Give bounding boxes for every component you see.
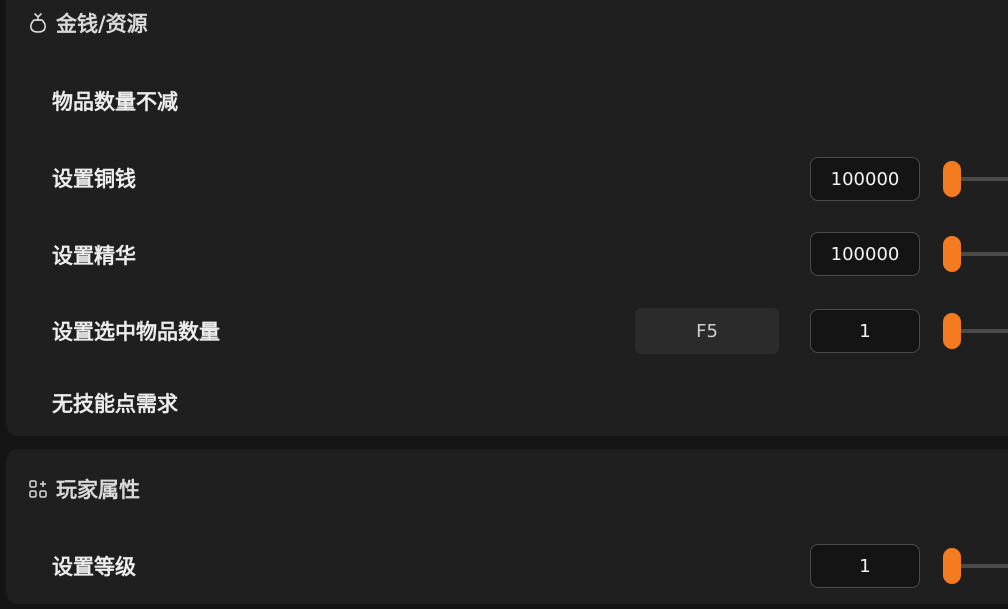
level-slider[interactable] [943,548,1008,584]
grid-plus-icon [28,479,48,499]
selected-qty-slider[interactable] [943,313,1008,349]
copper-slider[interactable] [943,161,1008,197]
set-essence-label: 设置精华 [52,244,136,268]
items-no-decrease-label: 物品数量不减 [52,90,178,114]
essence-slider[interactable] [943,236,1008,272]
player-section-header: 玩家属性 [28,474,140,504]
slider-thumb[interactable] [943,548,961,584]
slider-thumb[interactable] [943,313,961,349]
money-bag-icon [28,12,48,34]
essence-input[interactable] [810,232,920,276]
money-section-header: 金钱/资源 [28,8,148,38]
section-title: 金钱/资源 [56,12,148,36]
money-section-panel: 金钱/资源 [6,0,1008,436]
selected-qty-input[interactable] [810,309,920,353]
hotkey-button[interactable]: F5 [635,308,779,354]
set-copper-label: 设置铜钱 [52,167,136,191]
level-input[interactable] [810,544,920,588]
slider-thumb[interactable] [943,236,961,272]
slider-thumb[interactable] [943,161,961,197]
set-level-label: 设置等级 [52,555,136,579]
no-skill-point-label: 无技能点需求 [52,392,178,416]
copper-input[interactable] [810,157,920,201]
set-selected-qty-label: 设置选中物品数量 [52,320,220,344]
section-title: 玩家属性 [56,478,140,502]
